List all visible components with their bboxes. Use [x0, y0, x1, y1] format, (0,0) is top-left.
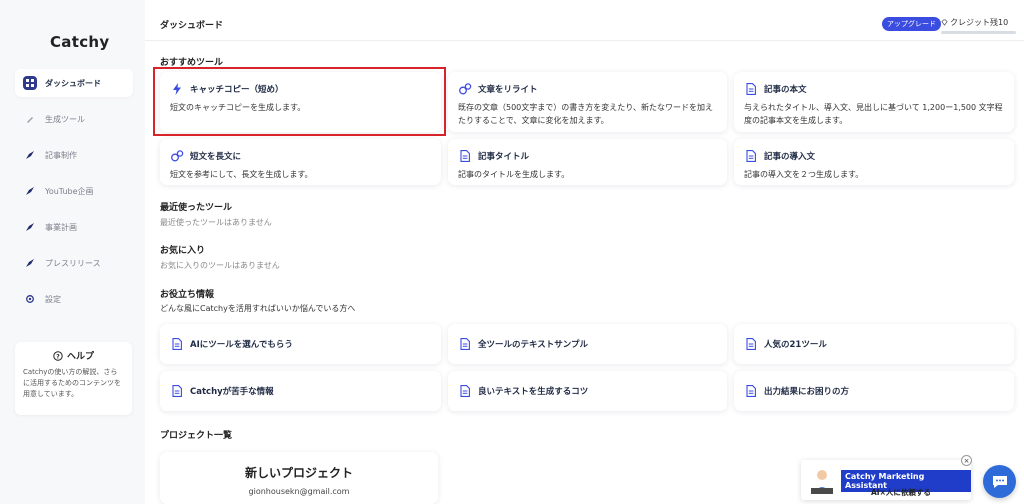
recent-empty-text: 最近使ったツールはありません	[160, 218, 272, 227]
document-icon	[458, 337, 472, 351]
sidebar-item-label: 設定	[45, 294, 61, 304]
app-logo[interactable]: Catchy	[50, 33, 109, 51]
document-icon	[744, 337, 758, 351]
document-icon	[458, 384, 472, 398]
tool-card-catchcopy[interactable]: キャッチコピー（短め） 短文のキャッチコピーを生成します。	[160, 72, 441, 132]
credit-indicator: クレジット残10	[941, 17, 1008, 28]
tool-card-article-title[interactable]: 記事タイトル 記事のタイトルを生成します。	[448, 139, 727, 185]
tip-link-popular-tools[interactable]: 人気の21ツール	[734, 324, 1014, 364]
favorites-empty-text: お気に入りのツールはありません	[160, 261, 280, 270]
tip-link-weak-info[interactable]: Catchyが苦手な情報	[160, 371, 441, 411]
document-icon	[458, 149, 472, 163]
rocket-icon	[23, 148, 37, 162]
sidebar-item-label: プレスリリース	[45, 258, 101, 268]
credit-bar	[941, 31, 1016, 34]
sidebar-item-label: YouTube企画	[45, 186, 94, 196]
section-title-favorites: お気に入り	[160, 246, 206, 256]
tool-card-rewrite[interactable]: 文章をリライト 既存の文章（500文字まで）の書き方を変えたり、新たなワードを加…	[448, 72, 727, 132]
lightning-icon	[170, 82, 184, 96]
sidebar-item-label: ダッシュボード	[45, 78, 101, 88]
sidebar-item-youtube[interactable]: YouTube企画	[15, 177, 133, 205]
new-project-card[interactable]: 新しいプロジェクト gionhousekn@gmail.com	[160, 452, 438, 504]
tool-card-article-intro[interactable]: 記事の導入文 記事の導入文を２つ生成します。	[734, 139, 1014, 185]
sidebar-item-article[interactable]: 記事制作	[15, 141, 133, 169]
sidebar-item-generate-tools[interactable]: 生成ツール	[15, 105, 133, 133]
section-title-projects: プロジェクト一覧	[160, 431, 233, 441]
svg-text:?: ?	[56, 353, 60, 360]
tool-card-article-body[interactable]: 記事の本文 与えられたタイトル、導入文、見出しに基づいて 1,200ー1,500…	[734, 72, 1014, 132]
bubbles-icon	[170, 149, 184, 163]
sidebar-item-label: 記事制作	[45, 150, 77, 160]
document-icon	[744, 82, 758, 96]
tips-subtitle: どんな風にCatchyを活用すればいいか悩んでいる方へ	[160, 304, 356, 313]
rocket-icon	[23, 184, 37, 198]
upgrade-button[interactable]: アップグレード	[882, 17, 941, 31]
grid-icon	[23, 76, 37, 90]
project-email: gionhousekn@gmail.com	[248, 487, 350, 496]
help-title: ? ヘルプ	[23, 349, 124, 362]
section-title-recommended: おすすめツール	[160, 58, 224, 68]
tip-link-ai-choose[interactable]: AIにツールを選んでもらう	[160, 324, 441, 364]
tip-link-output-trouble[interactable]: 出力結果にお困りの方	[734, 371, 1014, 411]
chat-button[interactable]	[983, 465, 1016, 498]
assistant-subtitle: AI×人に依頼する	[871, 488, 931, 497]
sidebar-nav: ダッシュボード 生成ツール 記事制作 YouTube企画 事業計画 プレスリリー…	[15, 69, 133, 321]
document-icon	[744, 384, 758, 398]
rocket-icon	[23, 256, 37, 270]
close-icon[interactable]: ×	[961, 455, 972, 466]
gear-icon	[23, 292, 37, 306]
main-content: ダッシュボード アップグレード クレジット残10 おすすめツール キャッチコピー…	[145, 0, 1024, 504]
person-at-laptop-icon	[807, 466, 837, 500]
bubbles-icon	[458, 82, 472, 96]
tool-card-short-to-long[interactable]: 短文を長文に 短文を参考にして、長文を生成します。	[160, 139, 441, 185]
sidebar-item-settings[interactable]: 設定	[15, 285, 133, 313]
marketing-assistant-banner[interactable]: Catchy Marketing Assistant AI×人に依頼する	[801, 460, 971, 500]
sidebar-item-press-release[interactable]: プレスリリース	[15, 249, 133, 277]
new-project-title: 新しいプロジェクト	[244, 466, 353, 480]
document-icon	[744, 149, 758, 163]
document-icon	[170, 337, 184, 351]
rocket-icon	[23, 220, 37, 234]
sidebar-item-dashboard[interactable]: ダッシュボード	[15, 69, 133, 97]
tip-link-text-samples[interactable]: 全ツールのテキストサンプル	[448, 324, 727, 364]
sidebar: Catchy ダッシュボード 生成ツール 記事制作 YouTube企画 事業計画…	[0, 0, 145, 504]
help-box[interactable]: ? ヘルプ Catchyの使い方の解説、さらに活用するためのコンテンツを用意して…	[15, 342, 132, 415]
sidebar-item-business-plan[interactable]: 事業計画	[15, 213, 133, 241]
help-circle-icon: ?	[53, 350, 63, 361]
document-icon	[170, 384, 184, 398]
page-title: ダッシュボード	[160, 21, 224, 31]
header-divider	[145, 40, 1024, 41]
diamond-icon	[941, 19, 948, 26]
section-title-tips: お役立ち情報	[160, 290, 215, 300]
section-title-recent: 最近使ったツール	[160, 203, 233, 213]
pen-icon	[23, 112, 37, 126]
sidebar-item-label: 事業計画	[45, 222, 77, 232]
tip-link-good-text-tips[interactable]: 良いテキストを生成するコツ	[448, 371, 727, 411]
chat-bubble-icon	[991, 474, 1009, 490]
sidebar-item-label: 生成ツール	[45, 114, 85, 124]
help-text: Catchyの使い方の解説、さらに活用するためのコンテンツを用意しています。	[23, 368, 121, 398]
